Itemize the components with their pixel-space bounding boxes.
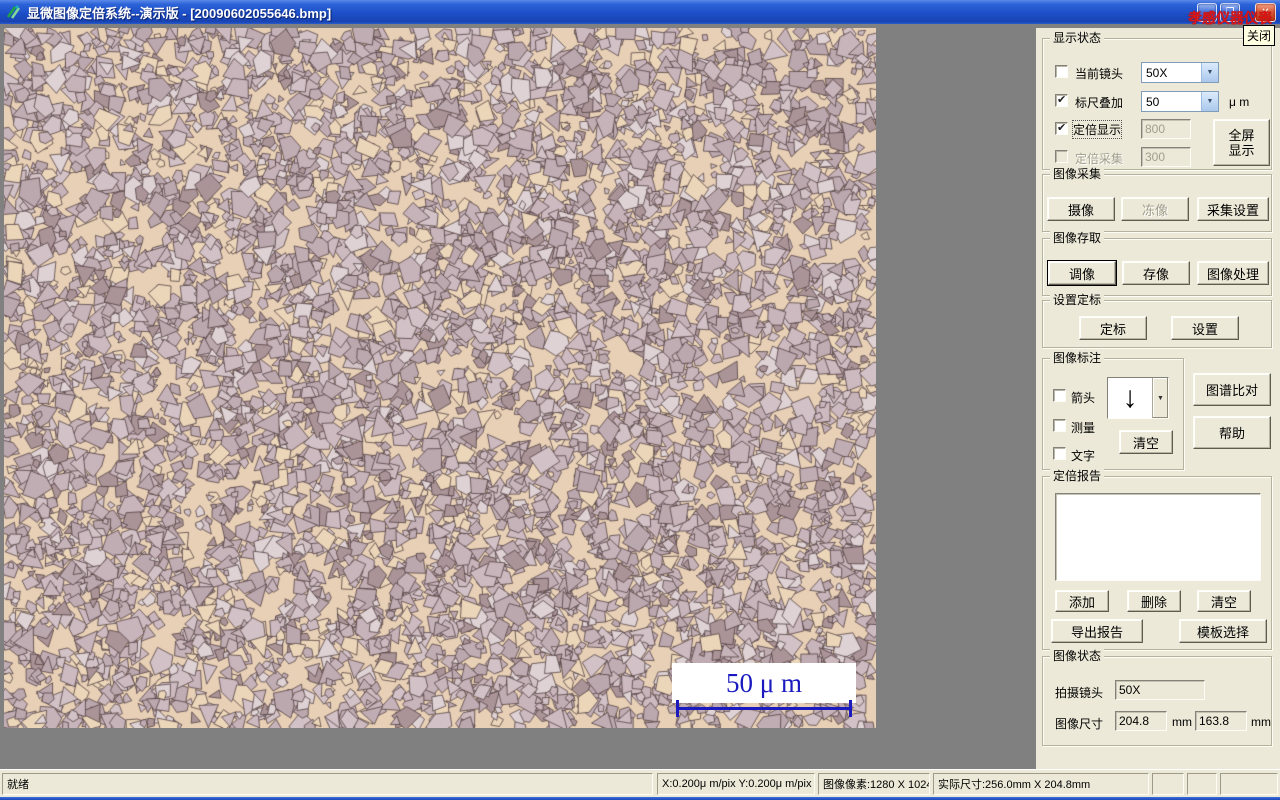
report-clear-button[interactable]: 清空 bbox=[1197, 590, 1251, 612]
lens-value-field: 50X bbox=[1115, 680, 1205, 700]
arrow-style-select[interactable]: ↓ ▼ bbox=[1107, 377, 1169, 419]
arrow-label: 箭头 bbox=[1071, 391, 1096, 405]
group-image-status-title: 图像状态 bbox=[1050, 649, 1105, 663]
down-arrow-icon: ↓ bbox=[1122, 381, 1138, 414]
fullscreen-button[interactable]: 全屏 显示 bbox=[1213, 119, 1270, 166]
close-tooltip: 关闭 bbox=[1243, 25, 1276, 46]
group-image-capture: 图像采集 摄像 冻像 采集设置 bbox=[1042, 167, 1272, 232]
ruler-unit-label: μ m bbox=[1229, 95, 1250, 109]
image-width-field: 204.8 bbox=[1115, 711, 1167, 731]
text-checkbox[interactable] bbox=[1053, 447, 1066, 460]
window-title: 显微图像定倍系统--演示版 - [20090602055646.bmp] bbox=[27, 5, 332, 21]
group-image-storage: 图像存取 调像 存像 图像处理 bbox=[1042, 231, 1272, 296]
status-scale: X:0.200μ m/pix Y:0.200μ m/pix bbox=[657, 773, 815, 795]
status-pixels: 图像像素:1280 X 1024 bbox=[818, 773, 930, 795]
load-image-button[interactable]: 调像 bbox=[1048, 261, 1116, 285]
size-label: 图像尺寸 bbox=[1055, 717, 1104, 731]
current-lens-select[interactable]: 50X ▼ bbox=[1141, 62, 1219, 83]
group-calibration-title: 设置定标 bbox=[1050, 293, 1105, 307]
report-delete-button[interactable]: 删除 bbox=[1127, 590, 1181, 612]
measure-checkbox[interactable] bbox=[1053, 419, 1066, 432]
group-display-status: 显示状态 当前镜头 50X ▼ 标尺叠加 50 ▼ μ m 定倍显示 800 全… bbox=[1042, 31, 1272, 170]
status-actual-size: 实际尺寸:256.0mm X 204.8mm bbox=[933, 773, 1149, 795]
calib-settings-button[interactable]: 设置 bbox=[1171, 316, 1239, 340]
freeze-button: 冻像 bbox=[1121, 197, 1189, 221]
group-calibration: 设置定标 定标 设置 bbox=[1042, 293, 1272, 348]
width-unit-label: mm bbox=[1172, 715, 1192, 729]
arrow-checkbox[interactable] bbox=[1053, 389, 1066, 402]
group-image-status: 图像状态 拍摄镜头 50X 图像尺寸 204.8 mm 163.8 mm bbox=[1042, 649, 1272, 746]
app-icon bbox=[6, 5, 21, 19]
status-empty-2 bbox=[1187, 773, 1217, 795]
group-image-storage-title: 图像存取 bbox=[1050, 231, 1105, 245]
ruler-overlay-label: 标尺叠加 bbox=[1075, 96, 1124, 110]
group-report-title: 定倍报告 bbox=[1050, 469, 1105, 483]
image-height-field: 163.8 bbox=[1195, 711, 1247, 731]
group-annotation: 图像标注 箭头 测量 文字 ↓ ▼ 清空 bbox=[1042, 351, 1184, 470]
report-listbox[interactable] bbox=[1055, 493, 1261, 581]
chevron-down-icon[interactable]: ▼ bbox=[1201, 63, 1218, 82]
help-button[interactable]: 帮助 bbox=[1193, 416, 1271, 449]
fixed-display-input: 800 bbox=[1141, 119, 1191, 139]
chevron-down-icon[interactable]: ▼ bbox=[1201, 92, 1218, 111]
ruler-value: 50 bbox=[1146, 94, 1160, 109]
status-empty-3 bbox=[1220, 773, 1278, 795]
ruler-overlay-checkbox[interactable] bbox=[1055, 93, 1068, 107]
atlas-compare-button[interactable]: 图谱比对 bbox=[1193, 373, 1271, 406]
group-display-status-title: 显示状态 bbox=[1050, 31, 1105, 45]
micrograph-image[interactable] bbox=[4, 28, 876, 728]
app-window: 显微图像定倍系统--演示版 - [20090602055646.bmp] _ ❐… bbox=[0, 0, 1280, 800]
measure-label: 测量 bbox=[1071, 421, 1096, 435]
group-report: 定倍报告 添加 删除 清空 导出报告 模板选择 bbox=[1042, 469, 1272, 650]
shoot-button[interactable]: 摄像 bbox=[1047, 197, 1115, 221]
calibrate-button[interactable]: 定标 bbox=[1079, 316, 1147, 340]
report-add-button[interactable]: 添加 bbox=[1055, 590, 1109, 612]
current-lens-value: 50X bbox=[1146, 65, 1168, 80]
save-image-button[interactable]: 存像 bbox=[1122, 261, 1190, 285]
image-viewport: 50 μ m bbox=[4, 28, 876, 728]
capture-settings-button[interactable]: 采集设置 bbox=[1197, 197, 1269, 221]
fixed-capture-input: 300 bbox=[1141, 147, 1191, 167]
status-bar: 就绪 X:0.200μ m/pix Y:0.200μ m/pix 图像像素:12… bbox=[0, 769, 1280, 797]
group-annotation-title: 图像标注 bbox=[1050, 351, 1105, 365]
current-lens-checkbox[interactable] bbox=[1055, 65, 1068, 78]
scale-bar-label: 50 μ m bbox=[672, 663, 856, 703]
export-report-button[interactable]: 导出报告 bbox=[1051, 619, 1143, 643]
clear-annotation-button[interactable]: 清空 bbox=[1119, 430, 1173, 454]
height-unit-label: mm bbox=[1251, 715, 1271, 729]
lens-label: 拍摄镜头 bbox=[1055, 686, 1104, 700]
fixed-capture-label: 定倍采集 bbox=[1075, 152, 1124, 166]
status-empty-1 bbox=[1152, 773, 1184, 795]
fullscreen-line1: 全屏 bbox=[1228, 127, 1255, 143]
ruler-value-select[interactable]: 50 ▼ bbox=[1141, 91, 1219, 112]
status-ready: 就绪 bbox=[2, 773, 653, 795]
fixed-display-label: 定倍显示 bbox=[1071, 120, 1123, 139]
fixed-capture-checkbox bbox=[1055, 150, 1068, 163]
chevron-down-icon[interactable]: ▼ bbox=[1152, 378, 1168, 418]
template-select-button[interactable]: 模板选择 bbox=[1179, 619, 1267, 643]
group-image-capture-title: 图像采集 bbox=[1050, 167, 1105, 181]
control-panel: 显示状态 当前镜头 50X ▼ 标尺叠加 50 ▼ μ m 定倍显示 800 全… bbox=[1036, 28, 1280, 769]
text-label: 文字 bbox=[1071, 449, 1096, 463]
scale-bar-line bbox=[676, 700, 852, 717]
current-lens-label: 当前镜头 bbox=[1075, 67, 1124, 81]
fullscreen-line2: 显示 bbox=[1228, 142, 1255, 158]
image-process-button[interactable]: 图像处理 bbox=[1197, 261, 1269, 285]
fixed-display-checkbox[interactable] bbox=[1055, 121, 1068, 135]
title-bar: 显微图像定倍系统--演示版 - [20090602055646.bmp] bbox=[0, 0, 1280, 24]
